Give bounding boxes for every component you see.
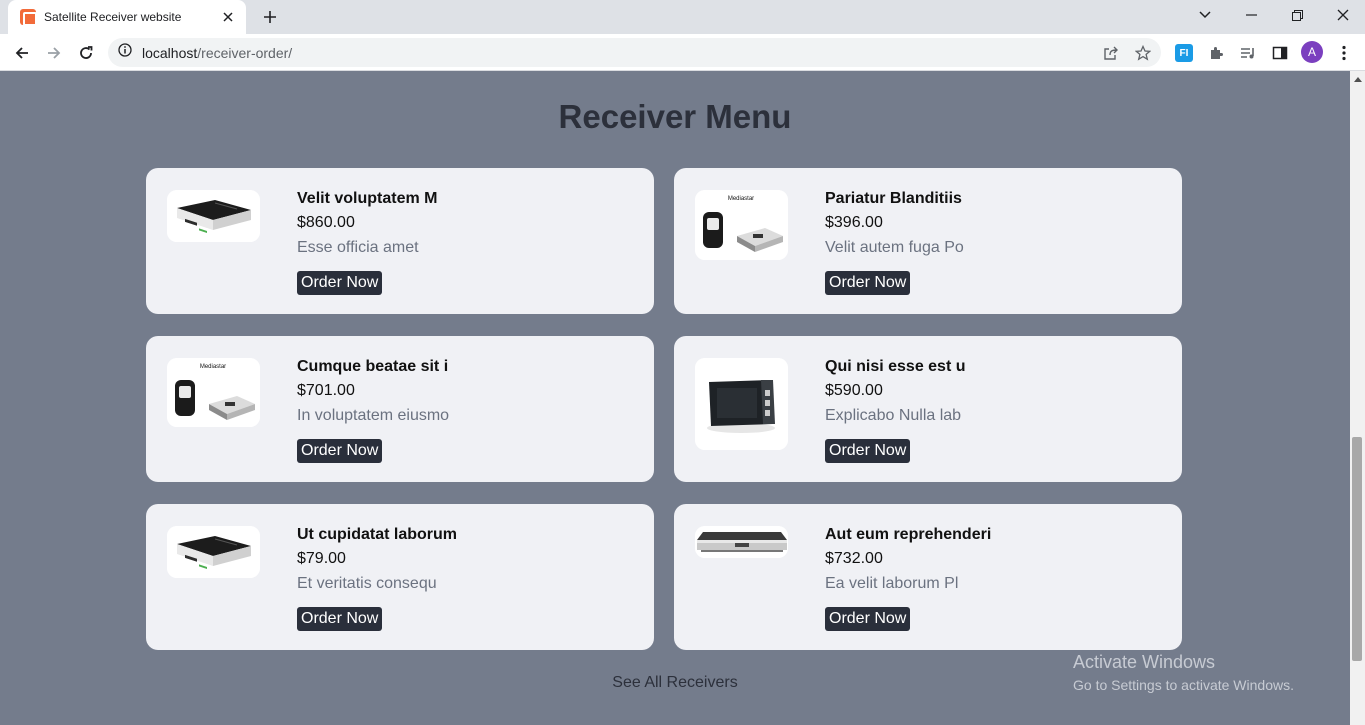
receiver-with-remote-image: Mediastar [167, 358, 260, 427]
profile-avatar[interactable]: A [1301, 41, 1323, 63]
reading-list-icon[interactable] [1238, 43, 1258, 63]
address-bar[interactable]: localhost/receiver-order/ [108, 38, 1161, 67]
svg-text:Mediastar: Mediastar [728, 196, 754, 202]
receiver-box-white-image [167, 526, 260, 578]
product-price: $860.00 [297, 214, 355, 231]
product-name: Pariatur Blanditiis [825, 190, 962, 207]
product-card: Ut cupidatat laborum $79.00 Et veritatis… [146, 504, 654, 650]
extensions-puzzle-icon[interactable] [1206, 43, 1226, 63]
product-description: Explicabo Nulla lab [825, 407, 962, 424]
close-window-icon[interactable] [1320, 0, 1365, 30]
tab-title: Satellite Receiver website [44, 10, 182, 24]
receiver-with-remote-image: Mediastar [695, 190, 788, 260]
receiver-box-black-image [695, 358, 788, 450]
tab-close-icon[interactable] [220, 9, 236, 25]
product-description: Velit autem fuga Po [825, 239, 964, 256]
product-card: Velit voluptatem M $860.00 Esse officia … [146, 168, 654, 314]
product-name: Qui nisi esse est u [825, 358, 966, 375]
page-title: Receiver Menu [558, 98, 792, 135]
extension-fi-icon[interactable]: FI [1174, 43, 1194, 63]
product-name: Velit voluptatem M [297, 190, 438, 207]
chrome-menu-icon[interactable] [1334, 43, 1354, 63]
product-card: Mediastar Cumque beatae sit i $701.00 In… [146, 336, 654, 482]
product-description: Et veritatis consequ [297, 575, 437, 592]
restore-icon[interactable] [1274, 0, 1320, 30]
forward-icon[interactable] [40, 39, 68, 67]
product-name: Cumque beatae sit i [297, 358, 449, 375]
svg-text:Mediastar: Mediastar [200, 364, 226, 370]
product-price: $732.00 [825, 550, 883, 567]
url-text: localhost/receiver-order/ [142, 44, 293, 61]
side-panel-icon[interactable] [1270, 43, 1290, 63]
receiver-box-white-image [167, 190, 260, 242]
xampp-favicon-icon [20, 9, 37, 26]
activate-windows-subtitle: Go to Settings to activate Windows. [1073, 677, 1294, 693]
product-price: $590.00 [825, 382, 883, 399]
order-now-button[interactable]: Order Now [825, 607, 911, 631]
site-info-icon[interactable] [118, 43, 132, 62]
bookmark-star-icon[interactable] [1133, 43, 1153, 63]
tab-search-icon[interactable] [1182, 0, 1228, 30]
order-now-button[interactable]: Order Now [297, 439, 383, 463]
product-price: $396.00 [825, 214, 883, 231]
back-icon[interactable] [8, 39, 36, 67]
product-description: Ea velit laborum Pl [825, 575, 959, 592]
product-name: Ut cupidatat laborum [297, 526, 458, 543]
product-description: In voluptatem eiusmo [297, 407, 450, 424]
activate-windows-watermark: Activate Windows Go to Settings to activ… [1073, 652, 1294, 693]
scrollbar-thumb[interactable] [1352, 437, 1362, 661]
minimize-icon[interactable] [1228, 0, 1274, 30]
share-icon[interactable] [1101, 43, 1121, 63]
page-scrollbar[interactable] [1350, 71, 1365, 725]
product-card: Mediastar Pariatur Blanditiis $396.00 Ve… [674, 168, 1182, 314]
activate-windows-title: Activate Windows [1073, 652, 1216, 672]
receiver-slim-silver-image [695, 526, 788, 558]
product-price: $701.00 [297, 382, 355, 399]
browser-tab-bar: Satellite Receiver website [0, 0, 1365, 34]
browser-toolbar: localhost/receiver-order/ FI [0, 34, 1365, 71]
product-card: Aut eum reprehenderi $732.00 Ea velit la… [674, 504, 1182, 650]
page-viewport: Receiver Menu Velit voluptatem M $860.00… [0, 71, 1350, 725]
product-name: Aut eum reprehenderi [825, 526, 992, 543]
product-description: Esse officia amet [297, 239, 419, 256]
new-tab-button[interactable] [258, 5, 282, 29]
order-now-button[interactable]: Order Now [297, 271, 383, 295]
product-price: $79.00 [297, 550, 346, 567]
scroll-up-arrow-icon[interactable] [1350, 74, 1365, 84]
order-now-button[interactable]: Order Now [297, 607, 383, 631]
order-now-button[interactable]: Order Now [825, 439, 911, 463]
browser-tab[interactable]: Satellite Receiver website [8, 0, 246, 34]
order-now-button[interactable]: Order Now [825, 271, 911, 295]
product-card: Qui nisi esse est u $590.00 Explicabo Nu… [674, 336, 1182, 482]
reload-icon[interactable] [72, 39, 100, 67]
